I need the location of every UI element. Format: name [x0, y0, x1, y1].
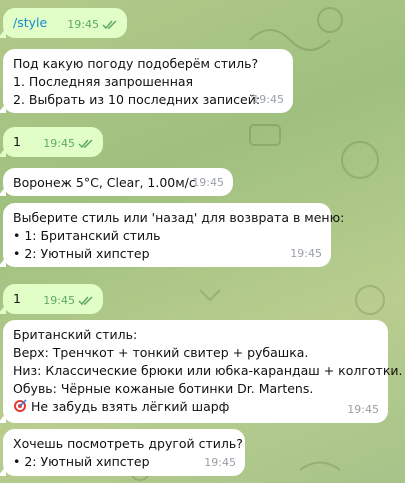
outgoing-message[interactable]: 1 19:45	[0, 284, 103, 314]
message-text-line: • 2: Уютный хипстер	[13, 454, 150, 469]
message-time: 19:45	[67, 18, 99, 31]
message-meta: 19:45	[192, 174, 224, 192]
message-meta: 19:45	[204, 454, 236, 472]
incoming-message[interactable]: Хочешь посмотреть другой стиль? • 2: Уют…	[0, 429, 245, 476]
message-meta: 19:45	[43, 135, 94, 153]
message-text-line: • 1: Британский стиль	[13, 228, 161, 243]
message-time: 19:45	[290, 247, 322, 260]
outgoing-message[interactable]: /style 19:45	[0, 8, 127, 38]
chat-history[interactable]: /style 19:45 Под какую погоду подоберём …	[0, 0, 405, 483]
double-check-icon	[102, 20, 117, 30]
double-check-icon	[78, 296, 93, 306]
message-time: 19:45	[43, 294, 75, 307]
outgoing-message[interactable]: 1 19:45	[0, 127, 103, 157]
message-text-line: 1. Последняя запрошенная	[13, 74, 194, 89]
message-text-line: Британский стиль:	[13, 327, 138, 342]
message-time: 19:45	[204, 456, 236, 469]
message-text-line: Обувь: Чёрные кожаные ботинки Dr. Marten…	[13, 381, 314, 396]
message-text: Не забудь взять лёгкий шарф	[31, 399, 230, 414]
message-meta: 19:45	[43, 292, 94, 310]
message-text-line: 1	[13, 291, 21, 306]
message-text-line: Верх: Тренчкот + тонкий свитер + рубашка…	[13, 345, 309, 360]
message-text-line: Выберите стиль или 'назад' для возврата …	[13, 210, 345, 225]
message-text-line: Низ: Классические брюки или юбка-каранда…	[13, 363, 403, 378]
message-meta: 19:45	[252, 91, 284, 109]
incoming-message[interactable]: Британский стиль: Верх: Тренчкот + тонки…	[0, 320, 403, 423]
message-time: 19:45	[347, 403, 379, 416]
incoming-message[interactable]: Под какую погоду подоберём стиль? 1. Пос…	[0, 49, 293, 113]
bot-command[interactable]: /style	[13, 15, 47, 30]
message-text-line: Воронеж 5°C, Clear, 1.00м/с	[13, 175, 196, 190]
incoming-message[interactable]: Воронеж 5°C, Clear, 1.00м/с 19:45	[0, 168, 233, 196]
message-text-line: 1	[13, 134, 21, 149]
message-time: 19:45	[192, 176, 224, 189]
message-text-line: Хочешь посмотреть другой стиль?	[13, 436, 243, 451]
message-meta: 19:45	[347, 401, 379, 419]
message-meta: 19:45	[67, 16, 118, 34]
message-text-line: 2. Выбрать из 10 последних записей:	[13, 92, 261, 107]
double-check-icon	[78, 139, 93, 149]
message-text-line: Под какую погоду подоберём стиль?	[13, 56, 259, 71]
incoming-message[interactable]: Выберите стиль или 'назад' для возврата …	[0, 203, 345, 267]
message-text-line-with-icon: Не забудь взять лёгкий шарф	[13, 398, 378, 416]
message-time: 19:45	[252, 93, 284, 106]
message-time: 19:45	[43, 137, 75, 150]
message-text-line: • 2: Уютный хипстер	[13, 246, 150, 261]
target-icon	[14, 399, 27, 412]
message-meta: 19:45	[290, 245, 322, 263]
